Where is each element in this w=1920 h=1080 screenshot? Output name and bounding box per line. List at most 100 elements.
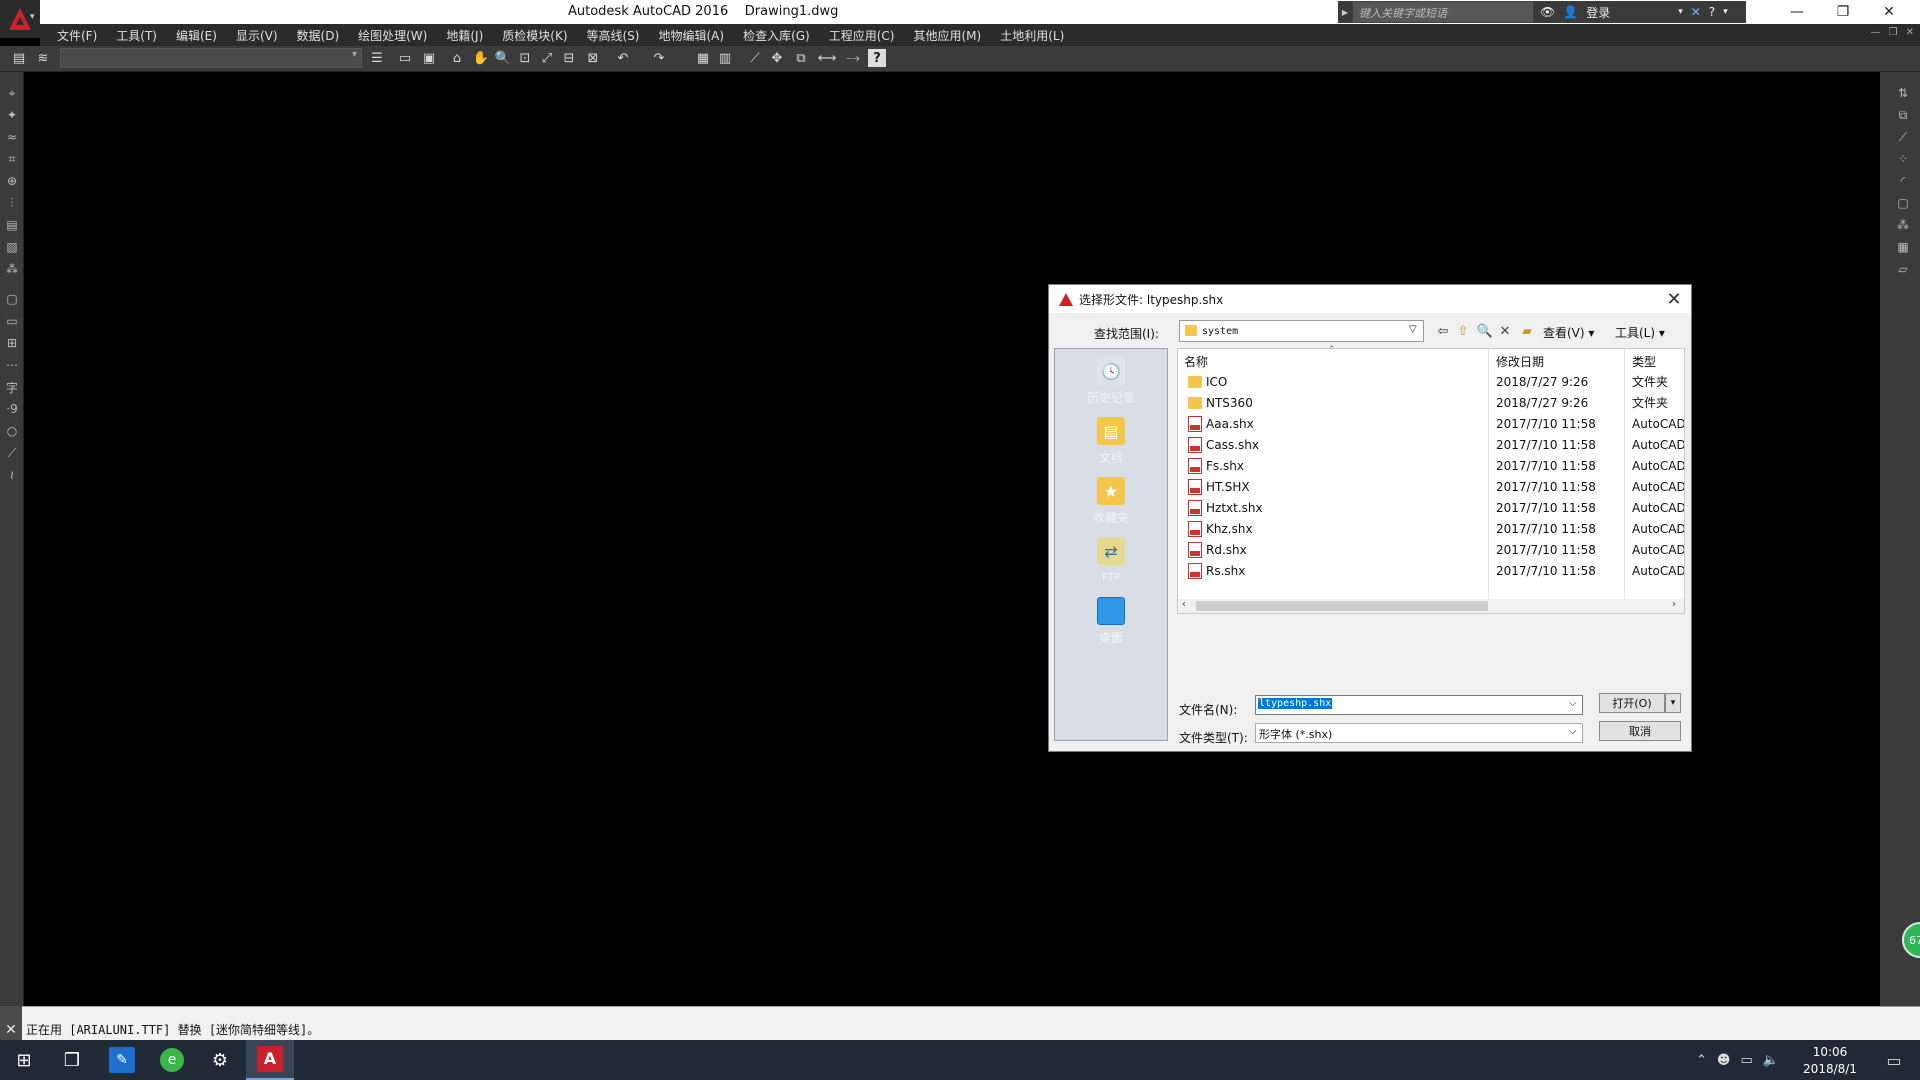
move-icon[interactable]: ✥	[768, 49, 786, 67]
terrain-icon[interactable]: ▧	[3, 238, 21, 256]
binoculars-icon[interactable]: 👁	[1540, 5, 1555, 19]
menu-drawing[interactable]: 绘图处理(W)	[350, 27, 435, 44]
menu-quality-check[interactable]: 质检模块(K)	[494, 27, 575, 44]
place-documents[interactable]: ▤ 文档	[1055, 417, 1167, 466]
open-button[interactable]: 打开(O)	[1599, 693, 1665, 713]
scroll-right-icon[interactable]: ›	[1672, 599, 1676, 610]
properties-icon[interactable]: ▦	[694, 49, 712, 67]
file-row[interactable]: HT.SHX 2017/7/10 11:58 AutoCAD	[1182, 476, 1684, 497]
taskbar-app-browser[interactable]: e	[148, 1040, 196, 1080]
taskbar-app-settings[interactable]: ⚙	[196, 1040, 244, 1080]
restore-button[interactable]: ❐	[1820, 0, 1866, 24]
dim-icon[interactable]: ⟷	[818, 49, 837, 67]
chevron-down-icon[interactable]: ▾	[1678, 7, 1683, 17]
pan-icon[interactable]: ✋	[472, 49, 490, 67]
redo-icon[interactable]: ↷	[650, 49, 668, 67]
rectangle-icon[interactable]: ▭	[3, 312, 21, 330]
layers-icon[interactable]: ▤	[10, 49, 28, 67]
task-view-icon[interactable]: ❒	[48, 1040, 96, 1080]
search-input[interactable]: 键入关键字或短语	[1352, 1, 1534, 23]
delete-icon[interactable]: ✕	[1495, 322, 1515, 340]
erase-icon[interactable]: ⌂	[448, 49, 466, 67]
water-icon[interactable]: ≈	[3, 128, 21, 146]
menu-check-import[interactable]: 检查入库(G)	[735, 27, 818, 44]
place-history[interactable]: 🕓 历史记录	[1055, 357, 1167, 406]
file-row[interactable]: ICO 2018/7/27 9:26 文件夹	[1182, 371, 1682, 392]
zoom-previous-icon[interactable]: ⊟	[560, 49, 578, 67]
grid-icon[interactable]: ⋯	[3, 356, 21, 374]
volume-icon[interactable]: 🔈	[1763, 1053, 1779, 1068]
file-row[interactable]: Cass.shx 2017/7/10 11:58 AutoCAD	[1182, 434, 1684, 455]
pipeline-icon[interactable]: ⫶	[3, 194, 21, 212]
menu-cadastre[interactable]: 地籍(J)	[438, 27, 491, 44]
file-row[interactable]: Aaa.shx 2017/7/10 11:58 AutoCAD	[1182, 413, 1684, 434]
file-name-input[interactable]: ltypeshp.shx	[1255, 695, 1583, 715]
layer-combo[interactable]: ▾	[60, 48, 362, 68]
column-header-name[interactable]: 名称	[1184, 353, 1208, 370]
view-menu-button[interactable]: 查看(V) ▾	[1543, 324, 1594, 341]
annotation-icon[interactable]: ▢	[3, 290, 21, 308]
file-row[interactable]: Rd.shx 2017/7/10 11:58 AutoCAD	[1182, 539, 1684, 560]
file-row[interactable]: NTS360 2018/7/27 9:26 文件夹	[1182, 392, 1682, 413]
control-point-icon[interactable]: ✦	[3, 106, 21, 124]
dim-aligned-icon[interactable]: ⤍	[844, 49, 862, 67]
draw-order-icon[interactable]: ⇅	[1894, 84, 1912, 102]
column-header-date[interactable]: 修改日期	[1496, 353, 1544, 370]
command-line-grip[interactable]	[0, 1006, 22, 1020]
windows-start-icon[interactable]: ⊞	[0, 1040, 48, 1080]
residence-icon[interactable]: ⌗	[3, 150, 21, 168]
file-type-select[interactable]: 形字体 (*.shx)	[1255, 723, 1583, 743]
menu-edit[interactable]: 编辑(E)	[168, 27, 225, 44]
help-icon[interactable]: ?	[1709, 5, 1715, 19]
menu-other[interactable]: 其他应用(M)	[905, 27, 989, 44]
doc-close-button[interactable]: ✕	[1906, 27, 1914, 38]
curve-icon[interactable]: ≀	[3, 466, 21, 484]
qq-icon[interactable]: ☻	[1717, 1053, 1731, 1068]
dialog-close-button[interactable]: ✕	[1663, 288, 1685, 310]
taskbar-app-autocad[interactable]: A	[246, 1040, 294, 1080]
explode-icon[interactable]: ⁂	[1894, 216, 1912, 234]
doc-restore-button[interactable]: ❐	[1889, 27, 1898, 38]
close-window-button[interactable]: ✕	[1866, 0, 1912, 24]
block-icon[interactable]: ⧉	[1894, 106, 1912, 124]
menu-tools[interactable]: 工具(T)	[108, 27, 165, 44]
minimize-button[interactable]: —	[1774, 0, 1820, 24]
tools-menu-button[interactable]: 工具(L) ▾	[1615, 324, 1665, 341]
zoom-window-icon[interactable]: ⊡	[516, 49, 534, 67]
menu-land-use[interactable]: 土地利用(L)	[992, 27, 1072, 44]
group-icon[interactable]: ⁘	[1894, 150, 1912, 168]
file-row[interactable]: Rs.shx 2017/7/10 11:58 AutoCAD	[1182, 560, 1684, 581]
place-desktop[interactable]: 桌面	[1055, 597, 1167, 646]
login-button[interactable]: 登录	[1586, 4, 1610, 21]
region-icon[interactable]: ▢	[1894, 194, 1912, 212]
file-row[interactable]: Fs.shx 2017/7/10 11:58 AutoCAD	[1182, 455, 1684, 476]
look-in-combo[interactable]: system	[1179, 320, 1424, 342]
chevron-down-icon[interactable]: ⌵	[1569, 726, 1577, 737]
network-icon[interactable]: ▭	[1740, 1053, 1752, 1068]
open-icon[interactable]: ▭	[396, 49, 414, 67]
layer-list-icon[interactable]: ☰	[368, 49, 386, 67]
hatch-icon[interactable]: ▦	[1894, 238, 1912, 256]
table-icon[interactable]: ▥	[716, 49, 734, 67]
help-icon[interactable]: ?	[868, 49, 886, 67]
copy-icon[interactable]: ⧉	[792, 49, 810, 67]
eraser-icon[interactable]: ▱	[1894, 260, 1912, 278]
open-dropdown-button[interactable]: ▾	[1665, 693, 1681, 713]
boundary-icon[interactable]: ▤	[3, 216, 21, 234]
zoom-extents-icon[interactable]: ⤢	[538, 49, 556, 67]
save-icon[interactable]: ▣	[420, 49, 438, 67]
notification-icon[interactable]: ▭	[1872, 1040, 1916, 1080]
place-ftp[interactable]: ⇄ FTP	[1055, 537, 1167, 583]
text-icon[interactable]: 字	[3, 378, 21, 396]
chevron-down-icon[interactable]: ▽	[1409, 324, 1417, 335]
circle-icon[interactable]: ○	[3, 422, 21, 440]
menu-data[interactable]: 数据(D)	[289, 27, 348, 44]
arc-icon[interactable]: ◜	[1894, 172, 1912, 190]
line-icon[interactable]: ⟋	[746, 49, 764, 67]
layer-state-icon[interactable]: ≋	[34, 49, 52, 67]
search-web-icon[interactable]: 🔍	[1475, 322, 1495, 340]
zoom-all-icon[interactable]: ⊠	[584, 49, 602, 67]
exchange-icon[interactable]: ✕	[1691, 5, 1701, 19]
cancel-button[interactable]: 取消	[1599, 721, 1681, 741]
menu-view[interactable]: 显示(V)	[228, 27, 286, 44]
